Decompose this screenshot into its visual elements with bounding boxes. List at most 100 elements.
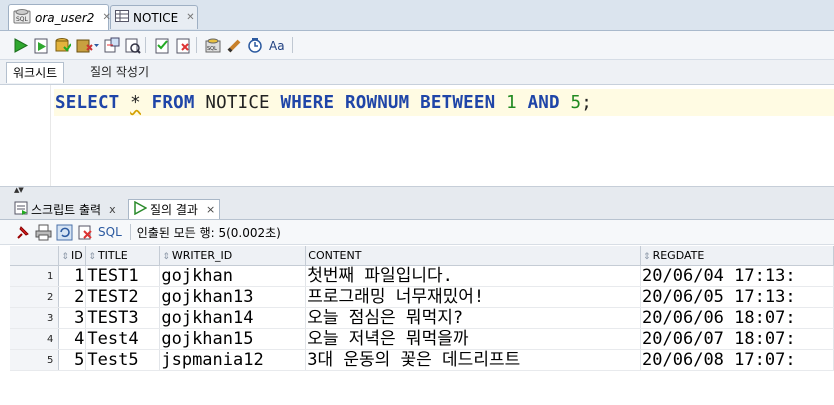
explain-plan-icon[interactable] [124,37,141,54]
cell-writer-id[interactable]: gojkhan15 [159,328,307,350]
results-toolbar: SQL 인출된 모든 행: 5(0.002초) [0,220,834,245]
clear-results-icon[interactable] [77,224,94,241]
tab-label: NOTICE [133,10,179,25]
star-token: * [130,93,141,113]
row-number: 5 [10,349,60,371]
column-header-content[interactable]: CONTENT [305,246,642,266]
line-gutter [0,85,51,186]
number-literal: 5 [570,93,582,113]
clear-icon[interactable] [175,37,192,54]
column-header-regdate[interactable]: ⇕ REGDATE [640,246,834,266]
script-output-icon [14,201,28,218]
print-icon[interactable] [35,224,52,241]
cell-title[interactable]: TEST3 [85,307,161,329]
run-statement-icon[interactable] [12,37,29,54]
collapse-arrows-icon[interactable]: ▲▼ [14,186,24,194]
cell-writer-id[interactable]: gojkhan14 [159,307,307,329]
cell-content[interactable]: 오늘 저녁은 뭐먹을까 [305,328,642,350]
table-row[interactable]: 3 3 TEST3 gojkhan14 오늘 점심은 뭐먹지? 20/06/06… [10,307,834,329]
cell-regdate[interactable]: 20/06/08 17:07: [640,349,834,371]
row-number-header [10,246,60,266]
sql-statement[interactable]: SELECT * FROM NOTICE WHERE ROWNUM BETWEE… [55,93,592,113]
table-row[interactable]: 4 4 Test4 gojkhan15 오늘 저녁은 뭐먹을까 20/06/07… [10,328,834,350]
rollback-icon[interactable] [75,37,99,54]
output-tab-bar: 스크립트 출력 x 질의 결과 × [0,197,834,220]
cell-writer-id[interactable]: gojkhan [159,265,307,287]
sort-icon[interactable]: ⇕ [643,252,651,262]
keyword: AND [527,93,560,113]
refresh-icon[interactable] [56,224,73,241]
close-icon[interactable]: ✕ [186,12,194,23]
sort-icon[interactable]: ⇕ [162,252,170,262]
svg-text:SQL: SQL [16,16,29,23]
semicolon: ; [581,93,593,113]
format-icon[interactable] [247,37,264,54]
keyword: FROM [151,93,195,113]
table-row[interactable]: 2 2 TEST2 gojkhan13 프로그래밍 너무재밌어! 20/06/0… [10,286,834,308]
fetch-status: 인출된 모든 행: 5(0.002초) [136,225,281,240]
cell-title[interactable]: Test5 [85,349,161,371]
editor-tab-bar: SQL ora_user2 ✕ NOTICE ✕ [0,0,834,31]
cell-regdate[interactable]: 20/06/07 18:07: [640,328,834,350]
tab-query-result[interactable]: 질의 결과 × [128,199,221,219]
row-number: 1 [10,265,60,287]
pin-icon[interactable] [14,224,31,241]
cell-title[interactable]: TEST1 [85,265,161,287]
cell-title[interactable]: TEST2 [85,286,161,308]
tab-worksheet[interactable]: 워크시트 [6,62,65,83]
cell-id[interactable]: 3 [58,307,87,329]
sql-connection-icon: SQL [13,8,31,27]
run-script-icon[interactable] [33,37,50,54]
cell-id[interactable]: 1 [58,265,87,287]
unshared-worksheet-icon[interactable]: SQL [205,37,222,54]
keyword: BETWEEN [420,93,496,113]
keyword: WHERE [280,93,335,113]
number-literal: 1 [506,93,517,113]
row-number: 4 [10,328,60,350]
sql-tuning-icon[interactable] [154,37,171,54]
table-row[interactable]: 5 5 Test5 jspmania12 3대 운동의 꽃은 데드리프트 20/… [10,349,834,371]
table-name: NOTICE [205,93,270,113]
cell-id[interactable]: 2 [58,286,87,308]
play-icon [133,200,148,218]
autotrace-icon[interactable] [103,37,120,54]
table-row[interactable]: 1 1 TEST1 gojkhan 첫번째 파일입니다. 20/06/04 17… [10,265,834,287]
cell-content[interactable]: 첫번째 파일입니다. [305,265,642,287]
close-icon[interactable]: x [109,203,116,216]
history-icon[interactable] [226,37,243,54]
close-icon[interactable]: × [206,203,215,216]
cell-content[interactable]: 오늘 점심은 뭐먹지? [305,307,642,329]
tab-notice[interactable]: NOTICE ✕ [110,5,198,29]
tab-script-output[interactable]: 스크립트 출력 x [10,199,120,219]
cell-id[interactable]: 5 [58,349,87,371]
case-toggle-icon[interactable]: Aa [268,37,288,54]
worksheet-toolbar: SQL Aa [0,31,834,60]
column-header-writer-id[interactable]: ⇕ WRITER_ID [159,246,307,266]
sort-icon[interactable]: ⇕ [61,252,69,262]
keyword: ROWNUM [344,93,410,113]
cell-title[interactable]: Test4 [85,328,161,350]
tab-ora-user2[interactable]: SQL ora_user2 ✕ [8,4,111,30]
results-grid[interactable]: ⇕ ID ⇕ TITLE ⇕ WRITER_ID CONTENT ⇕ REGDATE 1… [10,246,834,371]
tab-label: ora_user2 [35,10,95,25]
cell-content[interactable]: 3대 운동의 꽃은 데드리프트 [305,349,642,371]
sort-icon[interactable]: ⇕ [88,252,96,262]
cell-writer-id[interactable]: jspmania12 [159,349,307,371]
tab-label: 질의 결과 [150,203,198,217]
cell-regdate[interactable]: 20/06/05 17:13: [640,286,834,308]
cell-content[interactable]: 프로그래밍 너무재밌어! [305,286,642,308]
worksheet-subtabs: 워크시트 질의 작성기 [0,60,834,85]
row-number: 3 [10,307,60,329]
column-header-id[interactable]: ⇕ ID [58,246,87,266]
tab-query-builder[interactable]: 질의 작성기 [84,62,155,83]
cell-id[interactable]: 4 [58,328,87,350]
cell-writer-id[interactable]: gojkhan13 [159,286,307,308]
svg-text:Aa: Aa [269,39,285,53]
cell-regdate[interactable]: 20/06/06 18:07: [640,307,834,329]
column-header-title[interactable]: ⇕ TITLE [85,246,161,266]
cell-regdate[interactable]: 20/06/04 17:13: [640,265,834,287]
sql-button[interactable]: SQL [98,225,122,239]
tab-label: 스크립트 출력 [31,202,102,217]
sql-editor[interactable]: SELECT * FROM NOTICE WHERE ROWNUM BETWEE… [0,85,834,186]
commit-icon[interactable] [54,37,72,54]
